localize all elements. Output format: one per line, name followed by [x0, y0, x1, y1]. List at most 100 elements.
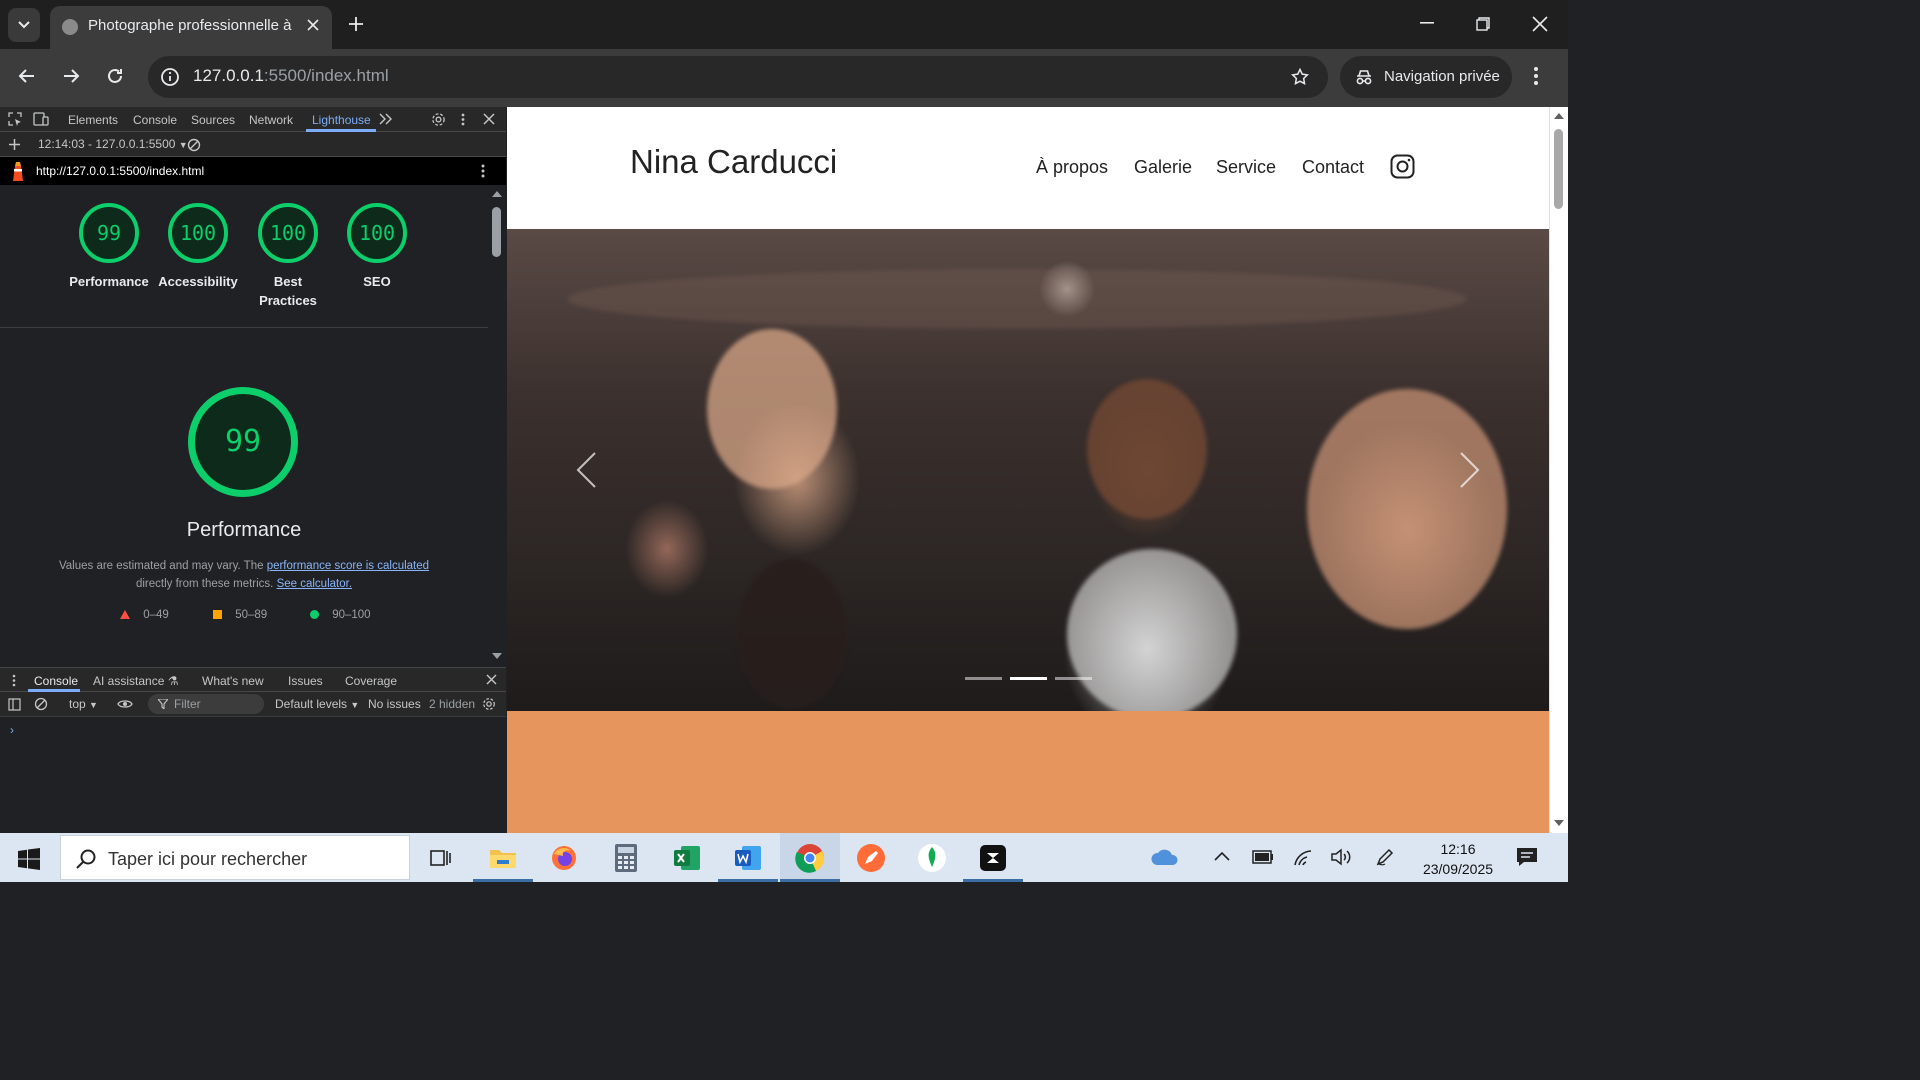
taskbar-app-excel[interactable] — [657, 833, 717, 882]
tab-search-button[interactable] — [8, 8, 40, 42]
minimize-icon[interactable] — [1420, 22, 1434, 24]
drawer-tab-whats-new[interactable]: What's new — [202, 674, 264, 688]
taskbar-app-file-explorer[interactable] — [473, 833, 533, 882]
drawer-tab-coverage[interactable]: Coverage — [345, 674, 397, 688]
nav-link-gallery[interactable]: Galerie — [1134, 157, 1192, 178]
clear-console-icon[interactable] — [34, 697, 48, 711]
nav-link-about[interactable]: À propos — [1036, 157, 1108, 178]
close-drawer-icon[interactable] — [486, 674, 497, 685]
url-text[interactable]: 127.0.0.1:5500/index.html — [193, 66, 389, 86]
scroll-up-icon[interactable] — [492, 191, 502, 197]
score-calculated-link[interactable]: performance score is calculated — [267, 560, 429, 572]
chrome-icon — [795, 843, 825, 873]
site-info-icon[interactable] — [158, 65, 182, 89]
console-settings-icon[interactable] — [482, 697, 496, 711]
crowd-photo-detail — [1087, 379, 1207, 519]
nav-link-service[interactable]: Service — [1216, 157, 1276, 178]
drawer-tab-ai-assistance[interactable]: AI assistance ⚗ — [93, 674, 178, 688]
task-view-button[interactable] — [411, 833, 471, 882]
browser-menu-icon[interactable] — [1533, 66, 1539, 86]
taskbar-search-box[interactable]: Taper ici pour rechercher — [60, 835, 410, 880]
drawer-menu-icon[interactable] — [12, 674, 16, 687]
devtools-tab-sources[interactable]: Sources — [191, 113, 235, 127]
settings-gear-icon[interactable] — [431, 112, 446, 127]
close-devtools-icon[interactable] — [483, 113, 495, 125]
close-window-icon[interactable] — [1532, 16, 1548, 32]
inspect-element-icon[interactable] — [8, 112, 22, 126]
report-selector[interactable]: 12:14:03 - 127.0.0.1:5500 ▼ — [38, 137, 188, 151]
private-browsing-badge[interactable]: Navigation privée — [1340, 56, 1512, 98]
taskbar-clock[interactable]: 12:16 23/09/2025 — [1410, 839, 1506, 879]
scroll-up-icon[interactable] — [1554, 113, 1564, 119]
instagram-icon[interactable] — [1390, 154, 1415, 179]
log-levels-dropdown[interactable]: Default levels ▼ — [275, 697, 359, 711]
legend-pass: 90–100 — [310, 609, 371, 621]
address-bar[interactable]: 127.0.0.1:5500/index.html — [148, 56, 1328, 98]
nav-link-contact[interactable]: Contact — [1302, 157, 1364, 178]
show-hidden-icons-icon[interactable] — [1214, 851, 1230, 861]
chevron-down-icon — [18, 21, 30, 29]
devtools-tab-network[interactable]: Network — [249, 113, 293, 127]
forward-icon[interactable] — [61, 66, 81, 86]
volume-icon[interactable] — [1330, 848, 1352, 866]
scroll-down-icon[interactable] — [492, 653, 502, 659]
bookmark-star-icon[interactable] — [1290, 67, 1310, 87]
page-scrollbar[interactable] — [1549, 107, 1568, 833]
carousel-indicator-3[interactable] — [1055, 677, 1092, 680]
devtools-menu-icon[interactable] — [461, 113, 465, 126]
reload-icon[interactable] — [105, 66, 125, 86]
devtools-tab-lighthouse[interactable]: Lighthouse — [312, 113, 371, 127]
more-tabs-icon[interactable] — [379, 113, 393, 125]
windows-start-icon[interactable] — [18, 848, 40, 870]
report-menu-icon[interactable] — [481, 164, 485, 178]
browser-tab[interactable]: Photographe professionnelle à — [50, 6, 332, 49]
see-calculator-link[interactable]: See calculator. — [277, 578, 352, 590]
taskbar-app-word[interactable] — [718, 833, 778, 882]
carousel-indicator-1[interactable] — [965, 677, 1002, 680]
sidebar-toggle-icon[interactable] — [8, 698, 21, 711]
taskbar-app-calculator[interactable] — [596, 833, 656, 882]
drawer-tab-issues[interactable]: Issues — [288, 674, 323, 688]
devtools-tab-elements[interactable]: Elements — [68, 113, 118, 127]
taskbar-app-pen-tool[interactable] — [841, 833, 901, 882]
clear-reports-icon[interactable] — [187, 138, 201, 152]
taskbar-app-dark-app[interactable] — [963, 833, 1023, 882]
hero-carousel[interactable] — [507, 229, 1549, 711]
new-tab-icon[interactable] — [346, 14, 366, 34]
carousel-indicator-2[interactable] — [1010, 677, 1047, 680]
close-tab-icon[interactable] — [306, 18, 320, 32]
score-gauge-seo[interactable]: 100 SEO — [332, 203, 422, 291]
taskbar-app-firefox[interactable] — [534, 833, 594, 882]
eye-icon[interactable] — [117, 698, 133, 710]
pen-ink-icon[interactable] — [1375, 847, 1395, 867]
scrollbar-thumb[interactable] — [492, 207, 501, 257]
score-gauge-best-practices[interactable]: 100 Best Practices — [243, 203, 333, 310]
console-filter-input[interactable]: Filter — [148, 694, 264, 714]
scroll-down-icon[interactable] — [1554, 820, 1564, 826]
search-placeholder: Taper ici pour rechercher — [108, 849, 308, 869]
report-url[interactable]: http://127.0.0.1:5500/index.html — [36, 164, 204, 178]
devtools-tab-console[interactable]: Console — [133, 113, 177, 127]
wifi-icon[interactable] — [1293, 848, 1313, 866]
notifications-icon[interactable] — [1516, 847, 1538, 867]
console-output[interactable]: › — [0, 717, 506, 833]
context-selector[interactable]: top ▼ — [69, 697, 98, 711]
running-indicator — [718, 879, 778, 882]
score-gauge-performance[interactable]: 99 Performance — [64, 203, 154, 291]
carousel-prev-icon[interactable] — [575, 451, 597, 489]
score-gauge-accessibility[interactable]: 100 Accessibility — [153, 203, 243, 291]
scrollbar-thumb[interactable] — [1554, 129, 1563, 209]
back-icon[interactable] — [17, 66, 37, 86]
taskbar-app-chrome[interactable] — [780, 833, 840, 882]
restore-icon[interactable] — [1476, 17, 1490, 31]
drawer-tab-console[interactable]: Console — [34, 674, 78, 688]
console-prompt[interactable]: › — [10, 723, 14, 737]
issues-count[interactable]: No issues — [368, 697, 421, 711]
device-toolbar-icon[interactable] — [33, 112, 49, 126]
battery-icon[interactable] — [1252, 850, 1274, 864]
onedrive-cloud-icon[interactable] — [1150, 848, 1180, 866]
carousel-next-icon[interactable] — [1459, 451, 1481, 489]
taskbar-app-mongodb[interactable] — [902, 833, 962, 882]
new-report-icon[interactable] — [8, 138, 21, 151]
report-scrollbar[interactable] — [488, 185, 506, 667]
